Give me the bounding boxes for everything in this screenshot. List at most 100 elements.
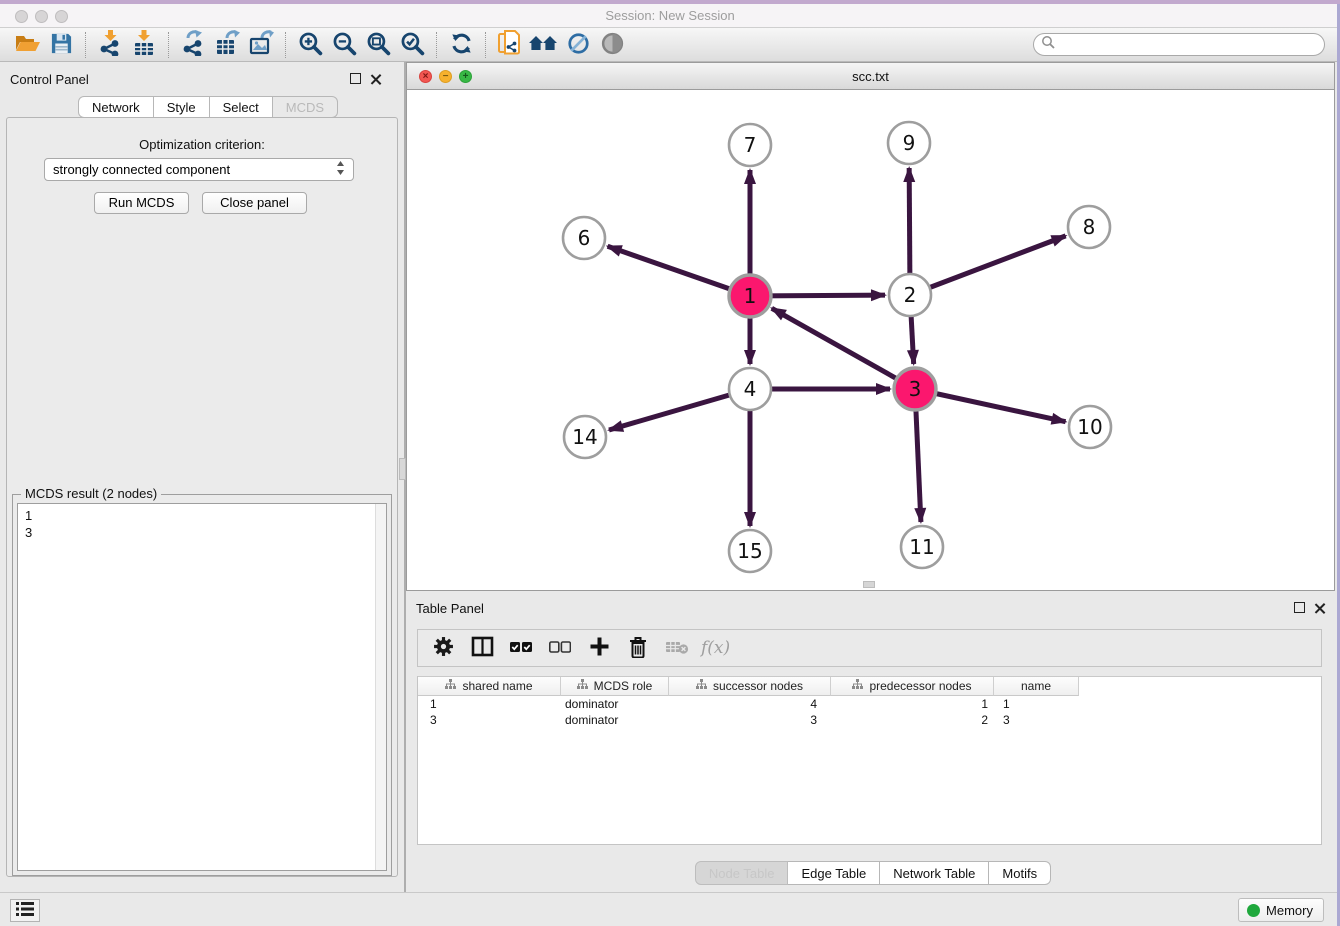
column-label: shared name: [462, 679, 532, 693]
import-table-button[interactable]: [127, 30, 161, 60]
edge-3-1[interactable]: [772, 308, 915, 389]
task-history-button[interactable]: [10, 899, 40, 922]
search-input[interactable]: [1059, 35, 1324, 54]
deselect-all-rows-button[interactable]: [545, 633, 575, 663]
table-cell[interactable]: 3: [669, 712, 831, 728]
criterion-dropdown[interactable]: strongly connected component: [44, 158, 354, 181]
table-cell[interactable]: 1: [831, 696, 994, 712]
save-icon: [50, 32, 73, 58]
open-file-button[interactable]: [10, 30, 44, 60]
function-builder-icon[interactable]: f(x): [701, 638, 730, 658]
tab-mcds[interactable]: MCDS: [273, 96, 338, 118]
result-scrollbar[interactable]: [375, 504, 386, 870]
export-network-icon: [180, 30, 206, 59]
tab-select[interactable]: Select: [210, 96, 273, 118]
node-label-15: 15: [737, 539, 762, 563]
refresh-icon: [449, 31, 474, 59]
tab-edge-table[interactable]: Edge Table: [788, 861, 880, 885]
edge-2-8[interactable]: [910, 236, 1066, 295]
node-label-3: 3: [909, 377, 922, 401]
double-home-icon: [529, 31, 559, 58]
table-cell[interactable]: 1: [994, 696, 1079, 712]
add-column-button[interactable]: [584, 633, 614, 663]
save-session-button[interactable]: [44, 30, 78, 60]
export-table-button[interactable]: [210, 30, 244, 60]
tab-style[interactable]: Style: [154, 96, 210, 118]
table-cell[interactable]: 4: [669, 696, 831, 712]
tab-network-table[interactable]: Network Table: [880, 861, 989, 885]
column-header-shared-name[interactable]: shared name: [418, 677, 561, 696]
table-cell[interactable]: 2: [831, 712, 994, 728]
table-cell[interactable]: dominator: [561, 712, 669, 728]
network-canvas[interactable]: 1234678910111415: [407, 90, 1334, 590]
share-session-button[interactable]: [493, 30, 527, 60]
edge-3-10[interactable]: [915, 389, 1066, 422]
table-settings-button[interactable]: [428, 633, 458, 663]
search-box[interactable]: [1033, 33, 1325, 56]
zoom-in-icon: [298, 31, 323, 59]
column-header-successor-nodes[interactable]: successor nodes: [669, 677, 831, 696]
canvas-scroll-handle[interactable]: [863, 581, 875, 588]
shared-column-icon: [696, 679, 707, 693]
delete-column-button[interactable]: [623, 633, 653, 663]
table-cell[interactable]: 1: [418, 696, 561, 712]
table-cell[interactable]: dominator: [561, 696, 669, 712]
table-cell[interactable]: 3: [994, 712, 1079, 728]
refresh-button[interactable]: [444, 30, 478, 60]
float-table-panel-icon[interactable]: [1294, 602, 1305, 613]
node-label-10: 10: [1077, 415, 1102, 439]
deselect-all-icon: [549, 641, 571, 656]
column-header-predecessor-nodes[interactable]: predecessor nodes: [831, 677, 994, 696]
node-label-11: 11: [909, 535, 934, 559]
import-network-icon: [97, 30, 123, 59]
zoom-fit-button[interactable]: [361, 30, 395, 60]
export-image-button[interactable]: [244, 30, 278, 60]
node-label-1: 1: [744, 284, 757, 308]
columns-icon: [471, 636, 494, 660]
zoom-selected-icon: [400, 31, 425, 59]
table-row[interactable]: 1dominator411: [418, 696, 1321, 712]
close-panel-icon[interactable]: [370, 73, 382, 85]
status-bar: Memory: [0, 892, 1337, 926]
tab-motifs[interactable]: Motifs: [989, 861, 1051, 885]
run-mcds-button[interactable]: Run MCDS: [94, 192, 189, 214]
tab-node-table[interactable]: Node Table: [695, 861, 789, 885]
node-label-2: 2: [904, 283, 917, 307]
memory-button[interactable]: Memory: [1238, 898, 1324, 922]
column-header-MCDS-role[interactable]: MCDS role: [561, 677, 669, 696]
table-row[interactable]: 3dominator323: [418, 712, 1321, 728]
import-network-button[interactable]: [93, 30, 127, 60]
export-network-button[interactable]: [176, 30, 210, 60]
home-button[interactable]: [527, 30, 561, 60]
mcds-result-title: MCDS result (2 nodes): [21, 486, 161, 501]
mcds-result-area[interactable]: 1 3: [17, 503, 387, 871]
node-table: shared name MCDS role successor nodes prede…: [417, 676, 1322, 845]
close-table-panel-icon[interactable]: [1314, 602, 1326, 614]
birds-eye-button[interactable]: [595, 30, 629, 60]
graphics-details-button[interactable]: [561, 30, 595, 60]
show-columns-button[interactable]: [467, 633, 497, 663]
select-all-rows-button[interactable]: [506, 633, 536, 663]
node-label-14: 14: [572, 425, 597, 449]
node-label-4: 4: [744, 377, 757, 401]
float-panel-icon[interactable]: [350, 73, 361, 84]
eye-icon: [600, 31, 625, 59]
column-label: MCDS role: [594, 679, 653, 693]
table-panel-header: Table Panel: [406, 595, 1340, 621]
zoom-out-button[interactable]: [327, 30, 361, 60]
column-label: successor nodes: [713, 679, 803, 693]
tab-network[interactable]: Network: [78, 96, 154, 118]
zoom-fit-icon: [366, 31, 391, 59]
table-clear-icon: [665, 639, 689, 658]
node-label-7: 7: [744, 133, 757, 157]
zoom-selected-button[interactable]: [395, 30, 429, 60]
column-header-name[interactable]: name: [994, 677, 1079, 696]
close-panel-button[interactable]: Close panel: [202, 192, 307, 214]
clear-table-button[interactable]: [662, 633, 692, 663]
network-titlebar[interactable]: × − + scc.txt: [407, 63, 1334, 90]
table-cell[interactable]: 3: [418, 712, 561, 728]
trash-icon: [628, 636, 648, 661]
zoom-in-button[interactable]: [293, 30, 327, 60]
stepper-icon: [336, 161, 345, 178]
splitter-handle[interactable]: [399, 458, 406, 480]
